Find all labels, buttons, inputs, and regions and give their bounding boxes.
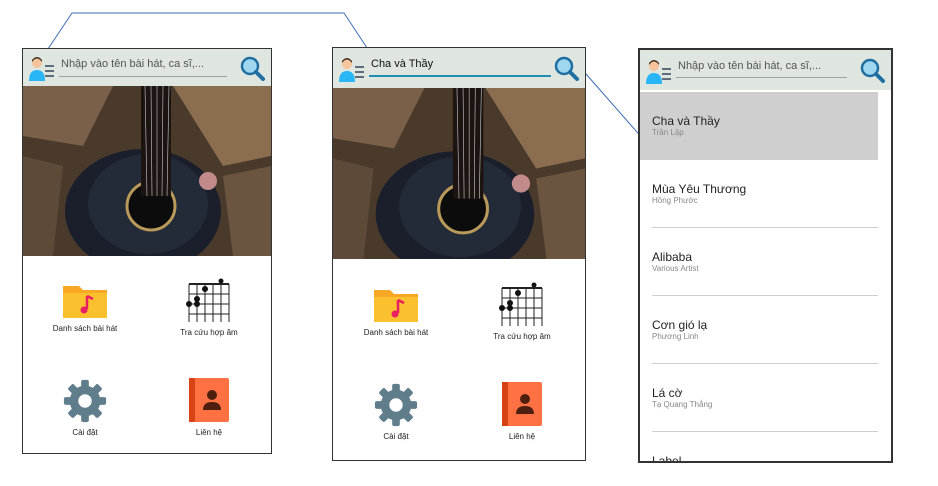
top-bar: Cha và Thầy	[333, 48, 585, 88]
result-title: Lá cờ	[652, 386, 683, 400]
menu-song-list[interactable]: Danh sách bài hát	[23, 280, 147, 333]
menu-chord-lookup[interactable]: Tra cứu hợp âm	[147, 278, 271, 337]
avatar-icon[interactable]	[644, 58, 672, 84]
guitar-hero-image	[23, 86, 271, 256]
folder-music-icon	[374, 290, 418, 322]
result-artist: Phương Linh	[652, 332, 699, 341]
result-artist: Various Artist	[652, 264, 699, 273]
guitar-chord-icon	[499, 282, 543, 326]
menu-settings-label: Cài đặt	[72, 428, 98, 437]
top-bar: Nhập vào tên bài hát, ca sĩ,...	[23, 49, 271, 86]
result-title: Alibaba	[652, 250, 693, 264]
menu-settings[interactable]: Cài đặt	[23, 378, 147, 437]
search-icon[interactable]	[859, 57, 885, 83]
search-icon[interactable]	[553, 55, 579, 81]
search-underline	[676, 77, 847, 78]
menu-settings[interactable]: Cài đặt	[333, 382, 459, 441]
menu-chord-lookup[interactable]: Tra cứu hợp âm	[459, 282, 585, 341]
result-artist: Hồng Phước	[652, 196, 698, 205]
menu-song-list-label: Danh sách bài hát	[363, 328, 429, 337]
search-input[interactable]: Nhập vào tên bài hát, ca sĩ,...	[61, 58, 204, 70]
folder-music-icon	[63, 286, 107, 318]
avatar-icon[interactable]	[27, 55, 55, 81]
search-input[interactable]: Cha và Thầy	[371, 58, 433, 70]
result-title: Mùa Yêu Thương	[652, 182, 747, 196]
result-item[interactable]: Cơn gió lạ Phương Linh	[640, 296, 878, 364]
top-bar: Nhập vào tên bài hát, ca sĩ,...	[640, 50, 891, 90]
menu-contact-label: Liên hệ	[508, 432, 536, 441]
search-input[interactable]: Nhập vào tên bài hát, ca sĩ,...	[678, 60, 821, 72]
search-underline-focused	[369, 75, 551, 77]
phone-home-screen: Nhập vào tên bài hát, ca sĩ,... Danh sác…	[22, 48, 272, 454]
menu-contact[interactable]: Liên hệ	[147, 376, 271, 437]
avatar-icon[interactable]	[337, 56, 365, 82]
contact-book-icon	[502, 382, 542, 426]
search-underline	[59, 76, 227, 77]
menu-contact[interactable]: Liên hệ	[459, 380, 585, 441]
result-artist: Trần Lập	[652, 128, 684, 137]
gear-icon	[63, 379, 107, 423]
gear-icon	[374, 383, 418, 427]
result-artist: Tạ Quang Thắng	[652, 400, 713, 409]
menu-contact-label: Liên hệ	[195, 428, 223, 437]
search-icon[interactable]	[239, 55, 265, 81]
result-item[interactable]: Mùa Yêu Thương Hồng Phước	[640, 160, 878, 228]
menu-settings-label: Cài đặt	[383, 432, 409, 441]
guitar-hero-image	[333, 88, 585, 259]
contact-book-icon	[189, 378, 229, 422]
phone-search-typing-screen: Cha và Thầy Danh sách bài hát Tra cứu hợ…	[332, 47, 586, 461]
menu-chord-lookup-label: Tra cứu hợp âm	[493, 332, 551, 341]
phone-search-results-screen: Nhập vào tên bài hát, ca sĩ,... Cha và T…	[638, 48, 893, 463]
result-title: Label	[652, 454, 682, 463]
menu-song-list[interactable]: Danh sách bài hát	[333, 284, 459, 337]
menu-chord-lookup-label: Tra cứu hợp âm	[180, 328, 238, 337]
result-item[interactable]: Lá cờ Tạ Quang Thắng	[640, 364, 878, 432]
result-item[interactable]: Label	[640, 432, 878, 463]
result-title: Cơn gió lạ	[652, 318, 708, 332]
menu-song-list-label: Danh sách bài hát	[52, 324, 118, 333]
result-title: Cha và Thầy	[652, 114, 720, 128]
guitar-chord-icon	[186, 278, 230, 322]
result-item[interactable]: Alibaba Various Artist	[640, 228, 878, 296]
result-item[interactable]: Cha và Thầy Trần Lập	[640, 92, 878, 160]
